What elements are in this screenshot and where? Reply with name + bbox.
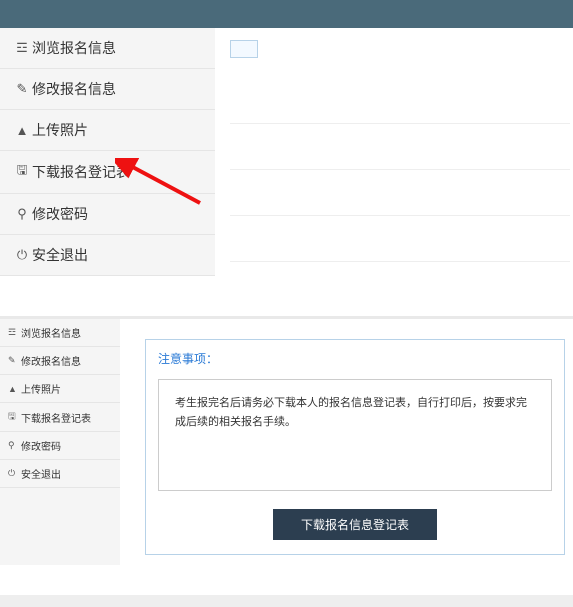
sidebar-item-upload[interactable]: ▲ 上传照片 xyxy=(0,110,215,151)
notice-panel: 注意事项： 考生报完名后请务必下载本人的报名信息登记表，自行打印后，按要求完成后… xyxy=(145,339,565,555)
sidebar: ☲ 浏览报名信息 ✎ 修改报名信息 ▲ 上传照片 🖫 下载报名登记表 ⚲ 修改密… xyxy=(0,28,215,276)
sidebar-item-edit[interactable]: ✎ 修改报名信息 xyxy=(0,69,215,110)
sidebar-item-upload[interactable]: ▲ 上传照片 xyxy=(0,375,120,403)
sidebar-item-label: 修改报名信息 xyxy=(21,353,81,368)
sidebar-item-label: 修改密码 xyxy=(21,438,61,453)
sidebar-item-password[interactable]: ⚲ 修改密码 xyxy=(0,194,215,235)
blank-row xyxy=(230,78,570,124)
key-icon: ⚲ xyxy=(8,440,20,451)
sidebar-item-logout[interactable]: ⏻ 安全退出 xyxy=(0,235,215,276)
blank-row xyxy=(230,170,570,216)
panel-title: 注意事项： xyxy=(158,350,552,367)
image-icon: ▲ xyxy=(14,123,30,138)
edit-icon: ✎ xyxy=(8,355,20,366)
sidebar-small: ☲ 浏览报名信息 ✎ 修改报名信息 ▲ 上传照片 🖫 下载报名登记表 ⚲ 修改密… xyxy=(0,319,120,565)
power-icon: ⏻ xyxy=(14,247,30,263)
sidebar-item-logout[interactable]: ⏻ 安全退出 xyxy=(0,460,120,488)
sidebar-item-label: 安全退出 xyxy=(21,466,61,481)
sidebar-item-browse[interactable]: ☲ 浏览报名信息 xyxy=(0,28,215,69)
footer-strip xyxy=(0,595,573,607)
sidebar-item-label: 下载报名登记表 xyxy=(32,162,130,182)
blank-row xyxy=(230,216,570,262)
sidebar-item-label: 浏览报名信息 xyxy=(32,38,116,58)
sidebar-item-label: 上传照片 xyxy=(21,381,61,396)
sidebar-item-download[interactable]: 🖫 下载报名登记表 xyxy=(0,403,120,432)
sidebar-item-label: 修改密码 xyxy=(32,204,88,224)
content-area xyxy=(230,40,570,262)
sidebar-item-label: 上传照片 xyxy=(32,120,88,140)
save-icon: 🖫 xyxy=(8,409,20,425)
list-icon: ☲ xyxy=(8,327,20,338)
sidebar-item-label: 修改报名信息 xyxy=(32,79,116,99)
sidebar-item-edit[interactable]: ✎ 修改报名信息 xyxy=(0,347,120,375)
power-icon: ⏻ xyxy=(8,468,20,479)
sidebar-item-download[interactable]: 🖫 下载报名登记表 xyxy=(0,151,215,194)
sidebar-item-password[interactable]: ⚲ 修改密码 xyxy=(0,432,120,460)
notice-text: 考生报完名后请务必下载本人的报名信息登记表，自行打印后，按要求完成后续的相关报名… xyxy=(158,379,552,491)
sidebar-item-label: 安全退出 xyxy=(32,245,88,265)
small-info-box xyxy=(230,40,258,58)
image-icon: ▲ xyxy=(8,384,20,394)
sidebar-item-browse[interactable]: ☲ 浏览报名信息 xyxy=(0,319,120,347)
key-icon: ⚲ xyxy=(14,206,30,222)
header-bar xyxy=(0,0,573,28)
save-icon: 🖫 xyxy=(14,161,30,183)
blank-row xyxy=(230,124,570,170)
download-button[interactable]: 下载报名信息登记表 xyxy=(273,509,437,540)
sidebar-item-label: 浏览报名信息 xyxy=(21,325,81,340)
edit-icon: ✎ xyxy=(14,81,30,97)
sidebar-item-label: 下载报名登记表 xyxy=(21,410,91,425)
list-icon: ☲ xyxy=(14,40,30,56)
